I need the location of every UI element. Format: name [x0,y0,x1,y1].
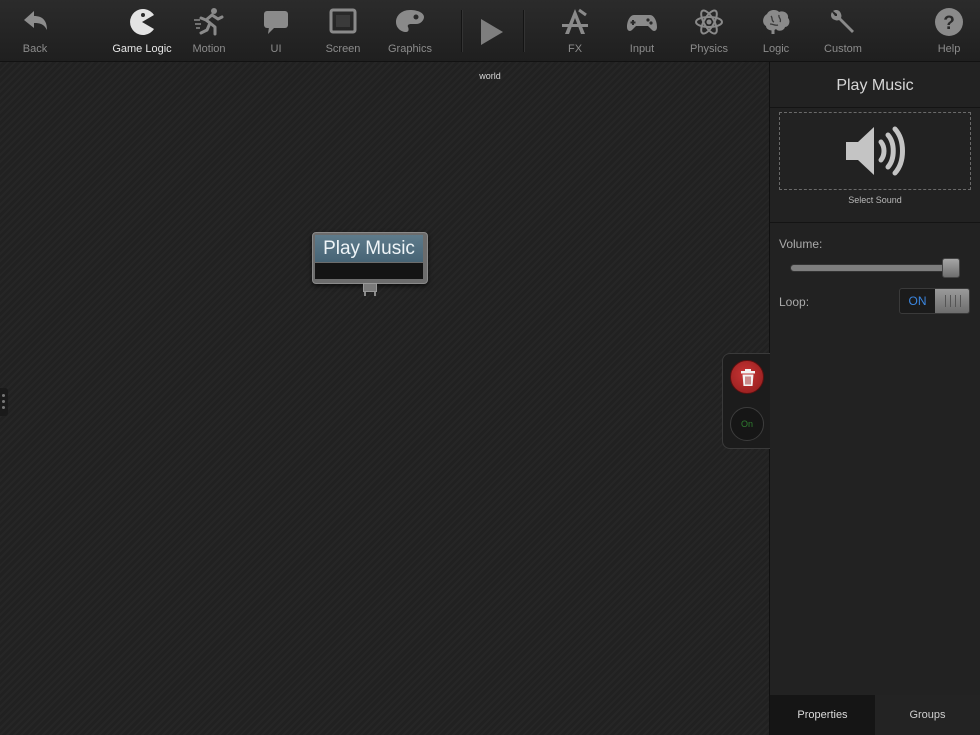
atom-icon [695,9,723,35]
loop-label: Loop: [779,295,810,309]
help-label: Help [937,43,961,55]
tab-ui[interactable]: UI [244,0,308,62]
tab-logic[interactable]: Logic [744,0,808,62]
loop-toggle[interactable]: ON [899,288,970,314]
back-arrow-icon [24,11,47,30]
back-label: Back [22,43,48,55]
panel-tabs: Properties Groups [770,695,980,735]
tab-motion[interactable]: Motion [177,0,241,62]
node-output-connector[interactable] [363,283,377,292]
tab-game-logic[interactable]: Game Logic [110,0,174,62]
node-connector-pins [364,292,376,296]
tab-groups[interactable]: Groups [875,695,980,735]
fx-tools-icon [562,8,588,34]
enable-toggle-button[interactable]: On [730,407,764,441]
screen-label: Screen [325,43,361,55]
properties-panel: Play Music Select Sound Volume: Loop: ON… [770,62,980,735]
help-button[interactable]: ? Help [917,0,980,62]
gamepad-icon [627,15,657,31]
toolbar-divider-right [523,10,525,52]
speech-bubble-icon [264,11,288,34]
play-music-node[interactable]: Play Music [312,232,428,296]
tab-input[interactable]: Input [610,0,674,62]
custom-label: Custom [824,43,862,55]
tab-properties[interactable]: Properties [770,695,875,735]
back-button[interactable]: Back [3,0,67,62]
fx-label: FX [567,43,583,55]
logic-label: Logic [762,43,790,55]
tab-physics[interactable]: Physics [677,0,741,62]
play-button[interactable] [470,8,514,54]
tab-graphics[interactable]: Graphics [378,0,442,62]
volume-slider-fill [791,265,959,271]
node-body [315,263,423,279]
left-drawer-handle[interactable] [0,388,8,416]
tab-fx[interactable]: FX [543,0,607,62]
ui-label: UI [270,43,282,55]
volume-slider-track[interactable] [790,264,960,272]
loop-toggle-knob [935,289,969,313]
trash-icon [741,369,755,386]
panel-title: Play Music [770,62,980,108]
pacman-icon [130,9,154,36]
world-canvas[interactable]: world Play Music On [0,62,770,735]
select-sound-dropzone[interactable] [779,112,971,190]
wrench-icon [831,10,854,33]
tab-screen[interactable]: Screen [311,0,375,62]
node-title: Play Music [315,235,423,262]
volume-label: Volume: [779,237,823,251]
world-label: world [479,71,501,81]
brain-icon [763,9,790,34]
speaker-icon [846,126,905,176]
help-icon: ? [935,8,963,36]
play-icon [481,19,503,45]
game-logic-label: Game Logic [112,43,172,55]
motion-label: Motion [192,43,226,55]
tab-custom[interactable]: Custom [811,0,875,62]
sound-section: Select Sound [770,108,980,223]
loop-toggle-state: ON [908,294,927,308]
delete-node-button[interactable] [730,360,764,394]
physics-label: Physics [690,43,728,55]
select-sound-label: Select Sound [848,195,902,205]
graphics-label: Graphics [387,43,433,55]
running-man-icon [194,8,224,36]
input-label: Input [629,43,655,55]
node-actions-panel: On [722,353,770,449]
svg-text:?: ? [943,13,955,34]
toolbar-divider-left [461,10,463,52]
palette-icon [396,10,424,32]
screen-icon [329,8,357,34]
volume-slider-thumb[interactable] [942,258,960,278]
top-toolbar: Back Game Logic Motion UI Screen Graphic… [0,0,980,62]
